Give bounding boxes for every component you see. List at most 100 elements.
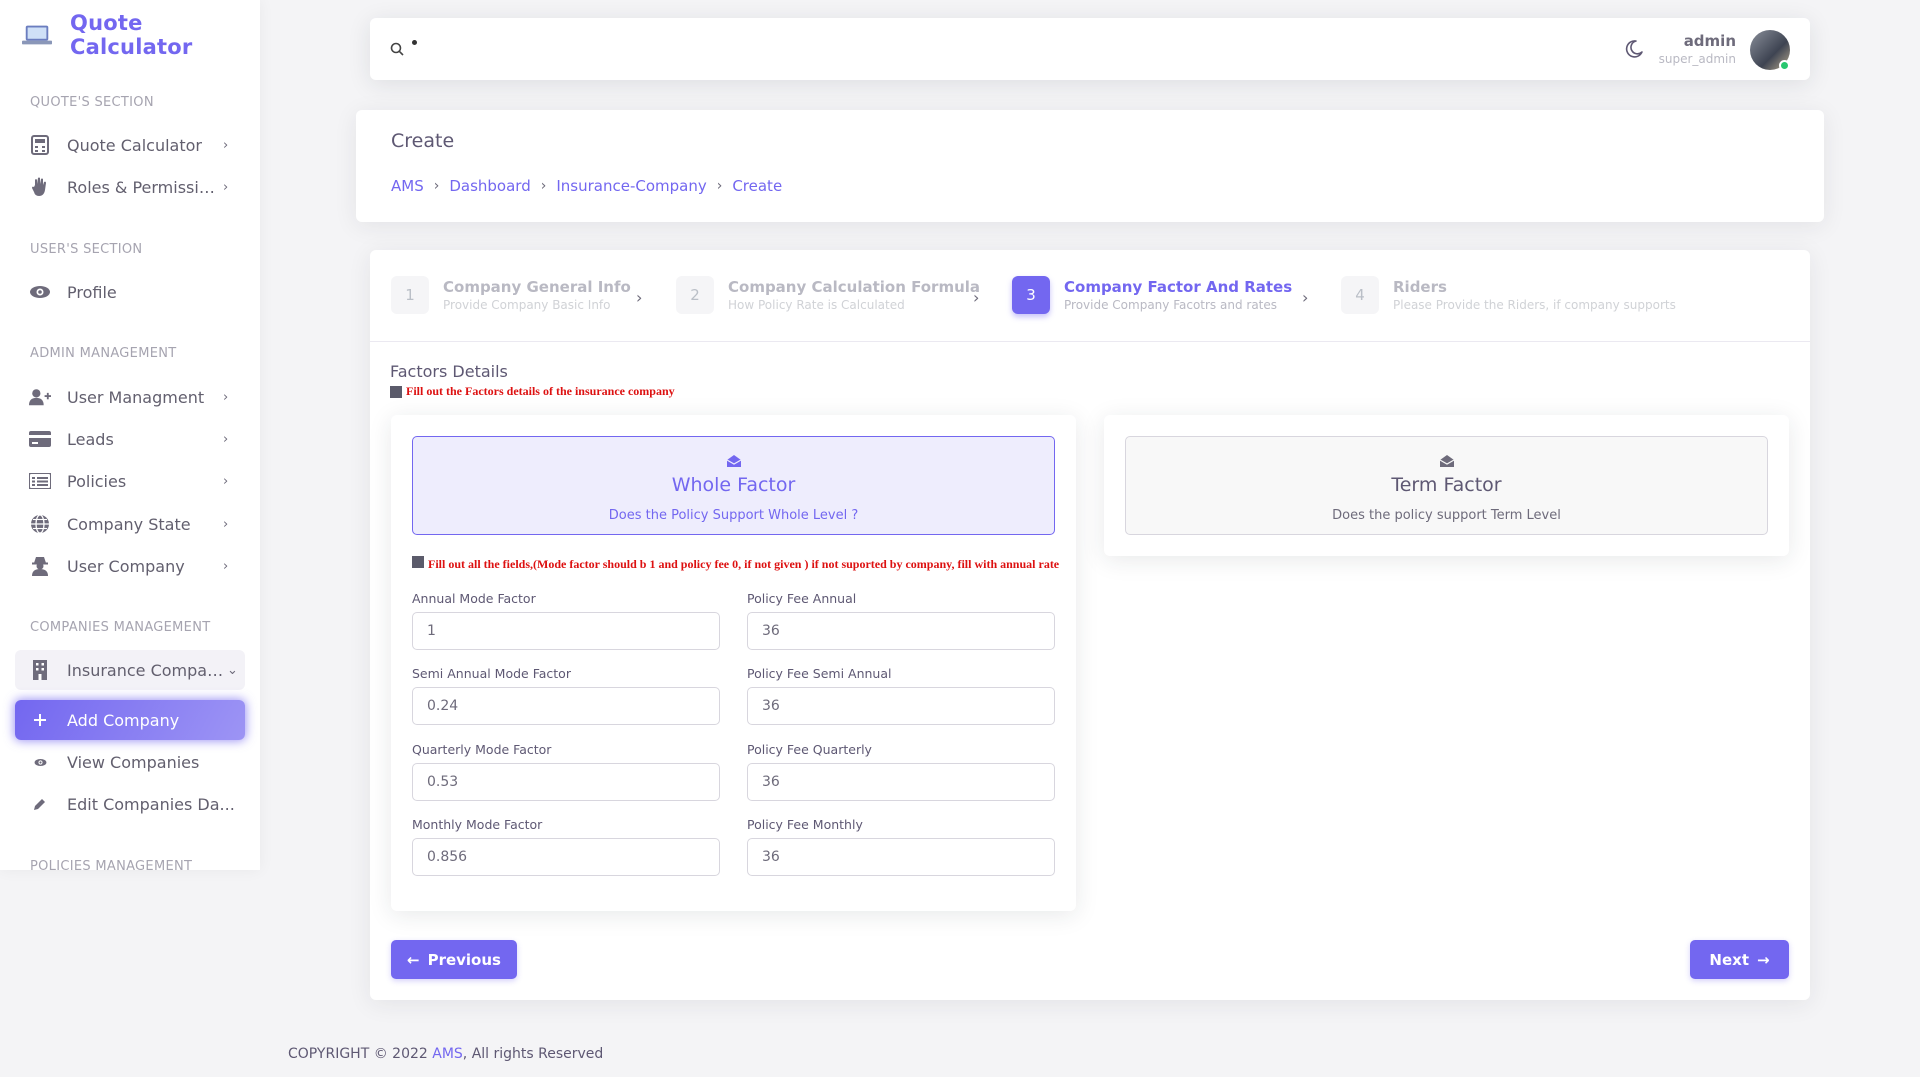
pencil-icon	[29, 793, 51, 815]
factors-title: Factors Details	[390, 362, 508, 381]
sidebar-item-company-state[interactable]: Company State ›	[15, 504, 245, 544]
fields-note-text: Fill out all the fields,(Mode factor sho…	[428, 557, 1060, 571]
sidebar-item-label: Quote Calculator	[67, 135, 202, 155]
user-secret-icon	[29, 555, 51, 577]
section-title-quotes: QUOTE'S SECTION	[30, 95, 154, 110]
policy-fee-semi-annual-input[interactable]	[747, 687, 1055, 725]
field-label: Annual Mode Factor	[412, 591, 536, 606]
sidebar-item-insurance-companies[interactable]: Insurance Compani... ⌄	[15, 650, 245, 690]
sidebar-item-user-company[interactable]: User Company ›	[15, 546, 245, 586]
app-title: Quote Calculator	[70, 11, 193, 59]
field-label: Policy Fee Semi Annual	[747, 666, 892, 681]
policy-fee-monthly-input[interactable]	[747, 838, 1055, 876]
whole-factor-panel: Whole Factor Does the Policy Support Who…	[391, 415, 1076, 911]
sidebar-item-view-companies[interactable]: View Companies	[15, 742, 245, 782]
next-button[interactable]: Next →	[1690, 940, 1789, 979]
whole-factor-option[interactable]: Whole Factor Does the Policy Support Who…	[412, 436, 1055, 535]
sidebar-item-user-managment[interactable]: User Managment ›	[15, 377, 245, 417]
policy-fee-annual-field: Policy Fee Annual	[747, 591, 1055, 650]
section-title-policies: POLICIES MANAGEMENT	[30, 859, 193, 870]
monthly-mode-factor-input[interactable]	[412, 838, 720, 876]
note-icon	[412, 556, 424, 568]
sidebar-item-label: Roles & Permissions	[67, 177, 223, 197]
brand[interactable]: Quote Calculator	[0, 0, 260, 70]
user-plus-icon	[29, 386, 51, 408]
annual-mode-factor-input[interactable]	[412, 612, 720, 650]
search-dot	[412, 40, 417, 45]
page-title: Create	[391, 130, 455, 152]
chevron-right-icon: ›	[223, 179, 229, 195]
chevron-right-icon: ›	[223, 389, 229, 405]
building-icon	[29, 659, 51, 681]
step-general-info[interactable]: 1 Company General Info Provide Company B…	[391, 276, 631, 314]
step-subtitle: Provide Company Basic Info	[443, 298, 611, 312]
sidebar-item-edit-companies[interactable]: Edit Companies Da...	[15, 784, 245, 824]
sidebar-item-label: User Company	[67, 556, 185, 576]
policy-fee-annual-input[interactable]	[747, 612, 1055, 650]
laptop-logo-icon	[22, 25, 53, 45]
step-number: 1	[391, 276, 429, 314]
breadcrumb-insurance-company[interactable]: Insurance-Company	[556, 177, 706, 195]
moon-icon[interactable]	[1624, 39, 1644, 59]
eye-icon	[29, 751, 51, 773]
quarterly-mode-factor-input[interactable]	[412, 763, 720, 801]
sidebar-item-label: Edit Companies Da...	[67, 794, 235, 814]
step-title: Company General Info	[443, 278, 631, 296]
section-title-users: USER'S SECTION	[30, 242, 143, 257]
online-status-dot	[1779, 60, 1790, 71]
sidebar-item-profile[interactable]: Profile	[15, 272, 245, 312]
step-riders[interactable]: 4 Riders Please Provide the Riders, if c…	[1341, 276, 1676, 314]
breadcrumb-ams[interactable]: AMS	[391, 177, 424, 195]
sidebar-item-quote-calculator[interactable]: Quote Calculator ›	[15, 125, 245, 165]
step-calculation-formula[interactable]: 2 Company Calculation Formula How Policy…	[676, 276, 980, 314]
chevron-down-icon: ⌄	[227, 662, 238, 678]
policy-fee-quarterly-input[interactable]	[747, 763, 1055, 801]
chevron-right-icon: ›	[716, 178, 723, 194]
term-factor-panel: Term Factor Does the policy support Term…	[1104, 415, 1789, 556]
factors-note: Fill out the Factors details of the insu…	[390, 384, 675, 399]
field-label: Policy Fee Quarterly	[747, 742, 872, 757]
chevron-right-icon: ›	[223, 137, 229, 153]
factors-note-text: Fill out the Factors details of the insu…	[406, 384, 675, 398]
footer-brand-link[interactable]: AMS	[432, 1046, 463, 1062]
sidebar-item-label: User Managment	[67, 387, 205, 407]
term-factor-option[interactable]: Term Factor Does the policy support Term…	[1125, 436, 1768, 535]
sidebar-item-label: Insurance Compani...	[67, 660, 227, 680]
step-factor-rates[interactable]: 3 Company Factor And Rates Provide Compa…	[1012, 276, 1292, 314]
calculator-icon	[29, 134, 51, 156]
previous-button[interactable]: ← Previous	[391, 940, 517, 979]
step-subtitle: Please Provide the Riders, if company su…	[1393, 298, 1676, 312]
globe-icon	[29, 513, 51, 535]
step-number: 4	[1341, 276, 1379, 314]
annual-mode-factor-field: Annual Mode Factor	[412, 591, 720, 650]
envelope-open-icon	[1439, 455, 1454, 467]
search-icon[interactable]	[390, 42, 404, 56]
wizard-steps: 1 Company General Info Provide Company B…	[370, 250, 1810, 342]
arrow-left-icon: ←	[407, 950, 420, 969]
fields-note: Fill out all the fields,(Mode factor sho…	[412, 556, 1062, 571]
breadcrumb-dashboard[interactable]: Dashboard	[449, 177, 530, 195]
note-icon	[390, 385, 402, 398]
breadcrumb-create: Create	[732, 177, 783, 195]
sidebar-item-add-company[interactable]: Add Company	[15, 700, 245, 740]
sidebar-item-leads[interactable]: Leads ›	[15, 419, 245, 459]
chevron-right-icon: ›	[223, 558, 229, 574]
user-name[interactable]: admin	[1684, 32, 1736, 50]
whole-factor-subtitle: Does the Policy Support Whole Level ?	[608, 508, 859, 523]
wizard-card: 1 Company General Info Provide Company B…	[370, 250, 1810, 1000]
section-title-companies: COMPANIES MANAGEMENT	[30, 620, 211, 635]
semi-annual-mode-factor-input[interactable]	[412, 687, 720, 725]
hand-icon	[29, 176, 51, 198]
sidebar-item-label: Add Company	[67, 710, 180, 730]
footer-suffix: , All rights Reserved	[462, 1046, 604, 1062]
field-label: Monthly Mode Factor	[412, 817, 543, 832]
sidebar-item-label: Policies	[67, 471, 127, 491]
step-number: 2	[676, 276, 714, 314]
list-icon	[29, 470, 51, 492]
page-header: Create AMS › Dashboard › Insurance-Compa…	[356, 110, 1824, 222]
sidebar-item-policies[interactable]: Policies ›	[15, 461, 245, 501]
sidebar-item-roles-permissions[interactable]: Roles & Permissions ›	[15, 167, 245, 207]
card-icon	[29, 428, 51, 450]
chevron-right-icon: ›	[223, 516, 229, 532]
chevron-right-icon: ›	[223, 473, 229, 489]
